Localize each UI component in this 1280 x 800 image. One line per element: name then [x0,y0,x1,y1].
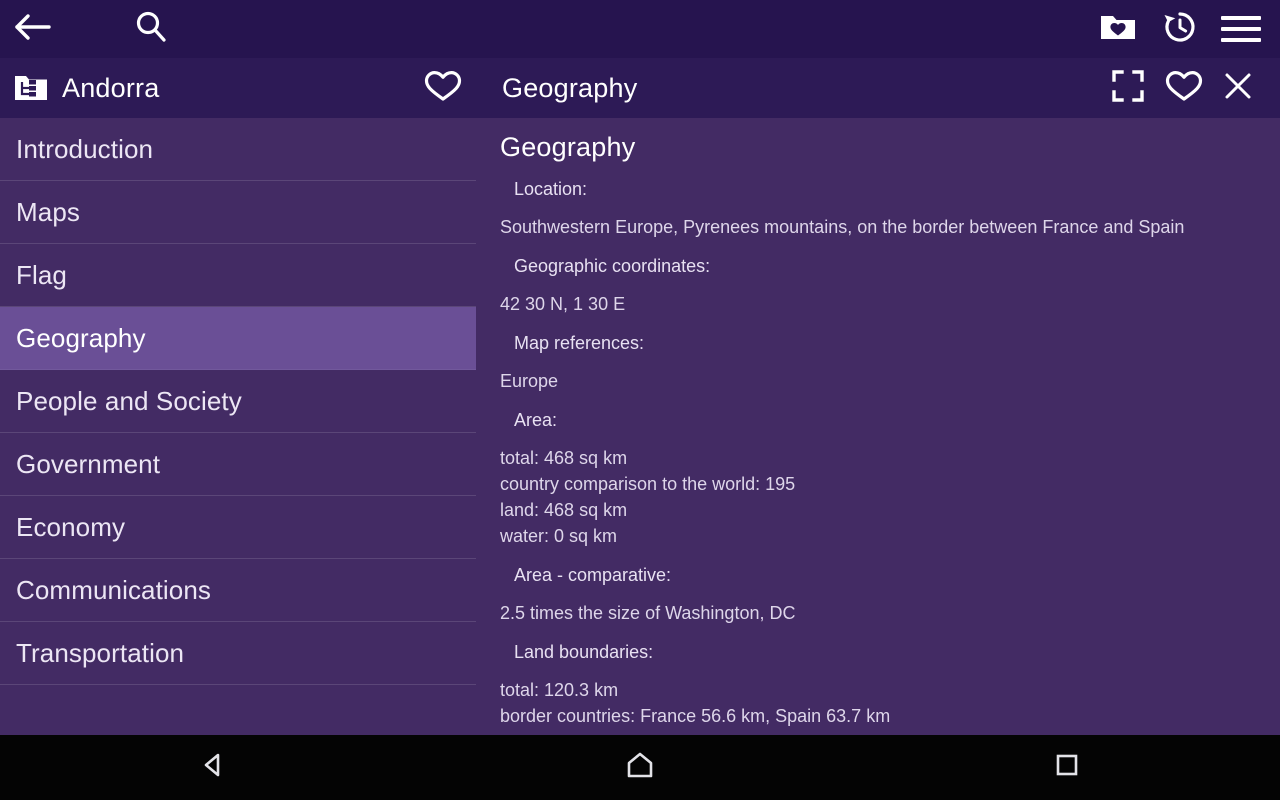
title-bar: Andorra Geography [0,58,1280,118]
android-back-button[interactable] [0,735,427,800]
section-list-sidebar[interactable]: Introduction Maps Flag Geography People … [0,118,476,735]
folder-tree-icon [14,73,48,103]
country-header[interactable]: Andorra [0,58,476,118]
section-action-group [1100,58,1280,118]
content-area: Introduction Maps Flag Geography People … [0,118,1280,735]
history-button[interactable] [1154,0,1206,58]
android-recents-button[interactable] [853,735,1280,800]
android-navigation-bar [0,735,1280,800]
sidebar-item-maps[interactable]: Maps [0,181,476,244]
sidebar-item-economy[interactable]: Economy [0,496,476,559]
sidebar-item-communications[interactable]: Communications [0,559,476,622]
search-icon [133,9,169,50]
detail-panel[interactable]: Geography Location: Southwestern Europe,… [476,118,1280,735]
field-value-map-references: Europe [500,368,1260,394]
close-button[interactable] [1212,58,1264,118]
sidebar-item-label: Communications [16,575,211,606]
sidebar-item-flag[interactable]: Flag [0,244,476,307]
field-label-location: Location: [500,179,1260,200]
sidebar-item-introduction[interactable]: Introduction [0,118,476,181]
fullscreen-button[interactable] [1100,58,1156,118]
sidebar-item-label: Geography [16,323,146,354]
field-label-map-references: Map references: [500,333,1260,354]
favorite-country-button[interactable] [414,58,472,118]
sidebar-item-people-and-society[interactable]: People and Society [0,370,476,433]
favorites-folder-icon [1099,11,1137,48]
section-header: Geography [476,58,1280,118]
top-action-bar [0,0,1280,58]
field-label-geographic-coordinates: Geographic coordinates: [500,256,1260,277]
close-x-icon [1223,71,1253,106]
field-label-land-boundaries: Land boundaries: [500,642,1260,663]
field-label-area-comparative: Area - comparative: [500,565,1260,586]
field-value-area: total: 468 sq km country comparison to t… [500,445,1260,549]
sidebar-item-geography[interactable]: Geography [0,307,476,370]
heart-outline-icon [424,69,462,108]
fullscreen-expand-icon [1111,69,1145,108]
hamburger-menu-icon [1221,16,1261,42]
favorites-folder-button[interactable] [1092,0,1144,58]
android-recents-icon [1053,751,1081,784]
history-clock-icon [1162,9,1198,50]
field-value-area-comparative: 2.5 times the size of Washington, DC [500,600,1260,626]
back-arrow-icon [14,12,52,47]
country-name: Andorra [62,73,159,104]
sidebar-item-label: Government [16,449,160,480]
heart-outline-icon [1165,69,1203,108]
topbar-left-group [0,0,180,58]
app-root: Andorra Geography [0,0,1280,800]
sidebar-item-label: People and Society [16,386,242,417]
back-button[interactable] [4,0,62,58]
menu-button[interactable] [1216,0,1266,58]
sidebar-item-label: Transportation [16,638,184,669]
android-home-button[interactable] [427,735,854,800]
sidebar-item-transportation[interactable]: Transportation [0,622,476,685]
sidebar-item-label: Maps [16,197,80,228]
sidebar-item-label: Introduction [16,134,153,165]
android-back-icon [198,750,228,785]
favorite-section-button[interactable] [1156,58,1212,118]
panel-heading: Geography [500,132,1260,163]
field-value-location: Southwestern Europe, Pyrenees mountains,… [500,214,1260,240]
android-home-icon [624,750,656,785]
field-value-geographic-coordinates: 42 30 N, 1 30 E [500,291,1260,317]
sidebar-item-government[interactable]: Government [0,433,476,496]
sidebar-item-label: Economy [16,512,125,543]
sidebar-item-label: Flag [16,260,67,291]
field-label-area: Area: [500,410,1260,431]
search-button[interactable] [122,0,180,58]
field-value-land-boundaries: total: 120.3 km border countries: France… [500,677,1260,729]
topbar-right-group [1092,0,1280,58]
section-title: Geography [502,73,637,104]
